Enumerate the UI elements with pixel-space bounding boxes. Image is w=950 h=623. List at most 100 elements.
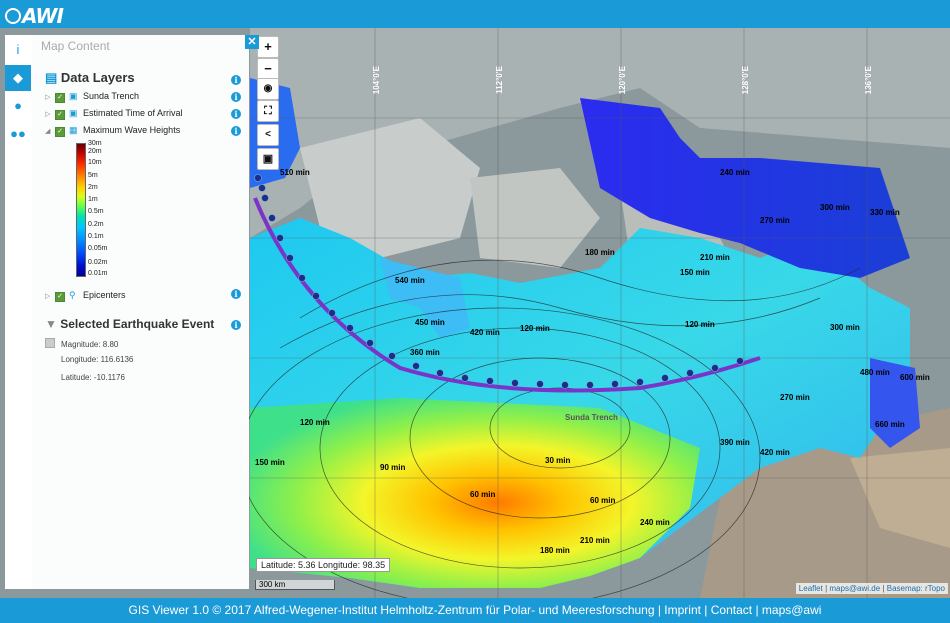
contour-label: 210 min [580, 536, 610, 545]
contour-label: 360 min [410, 348, 440, 357]
contour-label: 270 min [760, 216, 790, 225]
coordinate-readout: Latitude: 5.36 Longitude: 98.35 [256, 558, 391, 572]
contour-label: 210 min [700, 253, 730, 262]
expand-icon[interactable]: ▷ [45, 91, 53, 105]
info-icon[interactable]: i [231, 92, 241, 102]
checkbox [45, 338, 55, 348]
lon-label-112: 112°0'E [495, 66, 504, 94]
contour-label: 240 min [640, 518, 670, 527]
checkbox[interactable]: ✓ [55, 93, 65, 103]
magnitude-row: Magnitude: 8.80 [45, 338, 118, 349]
map-icon: ▤ [45, 70, 58, 85]
layer-row-max-wave[interactable]: ◢ ✓ ▦ Maximum Wave Heights [45, 123, 180, 137]
checkbox[interactable]: ✓ [55, 127, 65, 137]
leaflet-link[interactable]: Leaflet [799, 584, 823, 593]
info-icon[interactable]: i [231, 109, 241, 119]
info-icon[interactable]: i [231, 320, 241, 330]
checkbox[interactable]: ✓ [55, 292, 65, 302]
contour-label: 30 min [545, 456, 571, 465]
legend-label: 0.02m [88, 259, 108, 266]
legend-label: 10m [88, 159, 102, 166]
data-layers-heading: ▤ Data Layers [45, 70, 135, 85]
share-button[interactable]: < [257, 124, 279, 146]
contour-label: 150 min [255, 458, 285, 467]
basemap-attribution: Basemap: rTopo [886, 584, 945, 593]
locate-button[interactable]: ◉ [257, 78, 279, 100]
contour-label: 510 min [280, 168, 310, 177]
contour-label: 240 min [720, 168, 750, 177]
info-icon[interactable]: i [231, 289, 241, 299]
wave-height-legend [76, 143, 86, 277]
info-tab-icon[interactable]: i [5, 37, 31, 63]
legend-label: 0.2m [88, 221, 104, 228]
panel-title: Map Content [41, 39, 110, 53]
layer-row-epicenters[interactable]: ▷ ✓ ⚲ Epicenters [45, 288, 126, 302]
legend-label: 0.01m [88, 270, 108, 277]
fullscreen-button[interactable]: ⛶ [257, 100, 279, 122]
latitude-value: Latitude: -10.1176 [61, 373, 125, 382]
map-content-panel: Map Content ✕ ▤ Data Layers i ▷ ✓ ▣ Sunda T… [31, 35, 259, 589]
contour-label: 420 min [760, 448, 790, 457]
layer-row-eta[interactable]: ▷ ✓ ▣ Estimated Time of Arrival [45, 106, 183, 120]
contour-label: 150 min [680, 268, 710, 277]
layers-tab-icon[interactable]: ◆ [5, 65, 31, 91]
contour-label: 540 min [395, 276, 425, 285]
contour-label: 60 min [470, 490, 496, 499]
legend-label: 0.05m [88, 245, 108, 252]
legend-label: 5m [88, 172, 98, 179]
expand-icon[interactable]: ▷ [45, 108, 53, 122]
contour-label: 480 min [860, 368, 890, 377]
expand-icon[interactable]: ▷ [45, 290, 53, 304]
contour-label: 450 min [415, 318, 445, 327]
longitude-value: Longitude: 116.6136 [61, 355, 134, 364]
contour-label: 300 min [830, 323, 860, 332]
sidebar-tabs: i ◆ ● ●● [5, 35, 32, 589]
footer: GIS Viewer 1.0 © 2017 Alfred-Wegener-Ins… [0, 598, 950, 623]
contour-label: 270 min [780, 393, 810, 402]
contour-label: 330 min [870, 208, 900, 217]
contour-label: 60 min [590, 496, 616, 505]
image-icon: ▣ [69, 108, 78, 118]
layer-row-sunda-trench[interactable]: ▷ ✓ ▣ Sunda Trench [45, 89, 139, 103]
info-icon[interactable]: i [231, 126, 241, 136]
legend-label: 0.5m [88, 208, 104, 215]
contour-label: 120 min [520, 324, 550, 333]
info-icon[interactable]: i [231, 75, 241, 85]
contour-label: 120 min [300, 418, 330, 427]
contour-label: 180 min [540, 546, 570, 555]
zoom-in-button[interactable]: + [257, 36, 279, 58]
scale-bar: 300 km [255, 580, 335, 590]
legend-label: 0.1m [88, 233, 104, 240]
contour-label: 390 min [720, 438, 750, 447]
email-link[interactable]: maps@awi.de [829, 584, 880, 593]
zoom-out-button[interactable]: − [257, 58, 279, 80]
contour-label: 90 min [380, 463, 406, 472]
contour-label: 300 min [820, 203, 850, 212]
checkbox[interactable]: ✓ [55, 110, 65, 120]
lon-label-136: 136°0'E [864, 66, 873, 95]
print-button[interactable]: ▣ [257, 148, 279, 170]
marker-icon: ⚲ [69, 290, 76, 300]
lon-label-128: 128°0'E [741, 66, 750, 95]
top-bar: AWI [0, 0, 950, 28]
lon-label-104: 104°0'E [372, 66, 381, 95]
group-tab-icon[interactable]: ●● [5, 121, 31, 147]
contour-label: 180 min [585, 248, 615, 257]
image-icon: ▣ [69, 91, 78, 101]
user-tab-icon[interactable]: ● [5, 93, 31, 119]
legend-label: 30m [88, 140, 102, 147]
contour-label: 420 min [470, 328, 500, 337]
trench-label: Sunda Trench [565, 413, 618, 422]
contour-label: 120 min [685, 320, 715, 329]
close-panel-button[interactable]: ✕ [245, 35, 259, 49]
contour-label: 600 min [900, 373, 930, 382]
grid-icon: ▦ [69, 125, 78, 135]
selected-event-heading: ▼ Selected Earthquake Event [45, 317, 215, 331]
filter-icon: ▼ [45, 317, 57, 331]
legend-label: 20m [88, 148, 102, 155]
awi-logo[interactable]: AWI [5, 4, 64, 28]
legend-label: 2m [88, 184, 98, 191]
attribution: Leaflet | maps@awi.de | Basemap: rTopo [795, 583, 948, 594]
lon-label-120: 120°0'E [618, 66, 627, 95]
collapse-icon[interactable]: ◢ [45, 125, 53, 139]
